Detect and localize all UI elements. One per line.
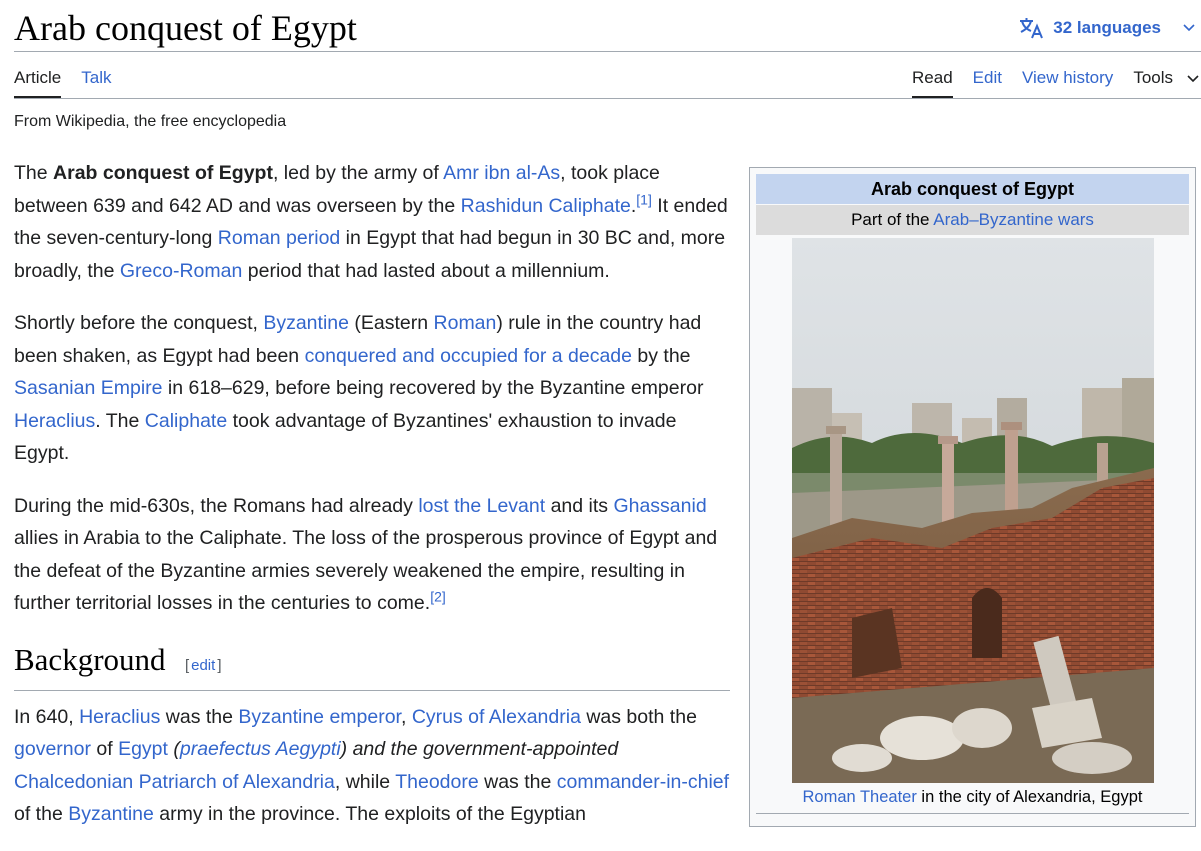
- chevron-down-icon: [1183, 24, 1195, 32]
- tab-talk[interactable]: Talk: [81, 64, 111, 92]
- text: Part of the: [851, 210, 934, 229]
- link-commander-in-chief[interactable]: commander-in-chief: [557, 771, 729, 793]
- link-caliphate[interactable]: Caliphate: [145, 410, 227, 432]
- text: During the mid-630s, the Romans had alre…: [14, 494, 419, 517]
- tab-article[interactable]: Article: [14, 64, 62, 98]
- text: In 640,: [14, 705, 80, 728]
- link-governor[interactable]: governor: [14, 738, 91, 760]
- page-title: Arab conquest of Egypt: [14, 8, 357, 48]
- link-rashidun-caliphate[interactable]: Rashidun Caliphate: [461, 195, 631, 217]
- link-sasanian-conquest[interactable]: conquered and occupied for a decade: [305, 345, 632, 367]
- link-heraclius[interactable]: Heraclius: [14, 410, 95, 432]
- article-body: The Arab conquest of Egypt, led by the a…: [14, 157, 734, 851]
- infobox-title: Arab conquest of Egypt: [756, 174, 1189, 204]
- link-chalcedonian-patriarch[interactable]: Chalcedonian Patriarch of Alexandria: [14, 771, 335, 793]
- namespace-tabs: Article Talk: [14, 64, 111, 98]
- text: was the: [478, 770, 557, 793]
- bracket: [: [184, 656, 190, 674]
- link-ghassanid[interactable]: Ghassanid: [613, 495, 706, 517]
- infobox-subtitle: Part of the Arab–Byzantine wars: [756, 205, 1189, 235]
- text: allies in Arabia to the Caliphate. The l…: [14, 527, 718, 614]
- link-roman-theater[interactable]: Roman Theater: [803, 788, 917, 806]
- lead-paragraph-3: During the mid-630s, the Romans had alre…: [14, 490, 734, 620]
- text: (Eastern: [348, 312, 434, 334]
- link-byzantine[interactable]: Byzantine: [68, 803, 154, 825]
- text: (: [167, 738, 180, 760]
- link-arab-byzantine-wars[interactable]: Arab–Byzantine wars: [933, 210, 1094, 229]
- link-heraclius[interactable]: Heraclius: [79, 706, 160, 728]
- languages-button[interactable]: 32 languages: [1019, 14, 1195, 42]
- site-tagline: From Wikipedia, the free encyclopedia: [14, 113, 287, 130]
- link-sasanian-empire[interactable]: Sasanian Empire: [14, 377, 163, 399]
- reference-2[interactable]: [2]: [430, 589, 446, 605]
- link-cyrus-of-alexandria[interactable]: Cyrus of Alexandria: [412, 706, 581, 728]
- view-tabs: Read Edit View history Tools: [912, 64, 1199, 98]
- section-header-background: Background [edit]: [14, 640, 730, 691]
- tools-menu[interactable]: Tools: [1133, 64, 1199, 92]
- text: in 618–629, before being recovered by th…: [162, 377, 704, 399]
- text: and its: [545, 494, 614, 517]
- chevron-down-icon: [1187, 64, 1199, 92]
- bracket: ]: [217, 656, 222, 674]
- tab-read[interactable]: Read: [912, 64, 953, 98]
- reference-1[interactable]: [1]: [636, 191, 652, 207]
- translate-icon: [1019, 17, 1045, 39]
- lead-paragraph-1: The Arab conquest of Egypt, led by the a…: [14, 157, 734, 287]
- link-roman-period[interactable]: Roman period: [218, 227, 340, 249]
- text: of the: [14, 803, 69, 825]
- roman-theater-image[interactable]: [792, 238, 1154, 783]
- text: was both the: [580, 705, 697, 728]
- text: , led by the army of: [272, 162, 444, 184]
- text: ) and the government-appointed: [340, 738, 619, 760]
- text: period that had lasted about a millenniu…: [242, 259, 610, 282]
- text: army in the province. The exploits of th…: [153, 803, 586, 825]
- link-theodore[interactable]: Theodore: [395, 771, 478, 793]
- section-heading: Background: [14, 641, 166, 677]
- tab-edit[interactable]: Edit: [973, 64, 1002, 92]
- link-lost-the-levant[interactable]: lost the Levant: [418, 495, 545, 517]
- text: in the city of Alexandria, Egypt: [916, 788, 1143, 806]
- link-roman[interactable]: Roman: [434, 312, 497, 334]
- link-byzantine-emperor[interactable]: Byzantine emperor: [238, 706, 401, 728]
- text: was the: [160, 705, 239, 728]
- link-egypt[interactable]: Egypt: [118, 738, 168, 760]
- background-paragraph: In 640, Heraclius was the Byzantine empe…: [14, 701, 734, 831]
- languages-label: 32 languages: [1053, 18, 1161, 37]
- lead-paragraph-2: Shortly before the conquest, Byzantine (…: [14, 307, 734, 470]
- section-edit-link[interactable]: edit: [191, 657, 215, 674]
- text: by the: [631, 344, 691, 367]
- title-divider: [14, 51, 1201, 52]
- article-subject: Arab conquest of Egypt: [53, 162, 273, 184]
- text: . The: [95, 409, 145, 432]
- text: of: [90, 738, 119, 760]
- link-praefectus-aegypti[interactable]: praefectus Aegypti: [180, 738, 341, 760]
- text: The: [14, 162, 54, 184]
- tab-view-history[interactable]: View history: [1022, 64, 1113, 92]
- text: , while: [334, 770, 396, 793]
- tabs-divider: [14, 98, 1201, 99]
- section-edit: [edit]: [185, 650, 222, 683]
- link-greco-roman[interactable]: Greco-Roman: [120, 260, 242, 282]
- text: Shortly before the conquest,: [14, 312, 264, 334]
- tools-label: Tools: [1133, 68, 1173, 87]
- link-amr-ibn-al-as[interactable]: Amr ibn al-As: [443, 162, 560, 184]
- infobox: Arab conquest of Egypt Part of the Arab–…: [749, 167, 1196, 827]
- text: ,: [400, 705, 412, 728]
- infobox-caption: Roman Theater in the city of Alexandria,…: [756, 785, 1189, 814]
- link-byzantine[interactable]: Byzantine: [263, 312, 349, 334]
